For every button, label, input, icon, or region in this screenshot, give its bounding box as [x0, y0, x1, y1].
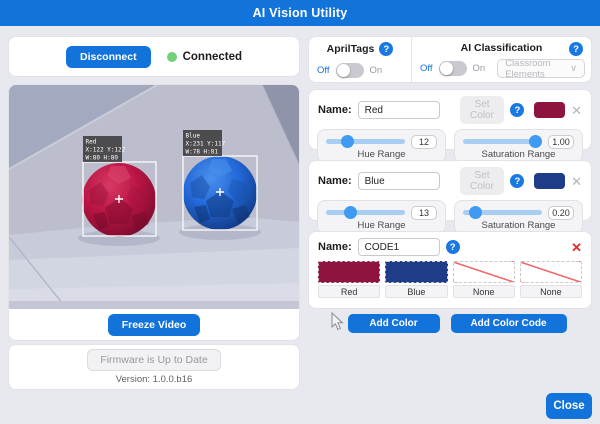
color-swatch [534, 102, 565, 118]
code-name-input[interactable] [358, 238, 440, 256]
red-detection-coords: X:122 Y:122 [86, 147, 126, 154]
remove-color-icon[interactable]: ✕ [571, 175, 582, 188]
freeze-strip: Freeze Video [9, 309, 299, 340]
code-slot-2-label: Blue [385, 285, 447, 298]
blue-detection-name: Blue [186, 133, 201, 140]
name-label: Name: [318, 175, 352, 187]
color-name-input[interactable] [358, 172, 440, 190]
code-slot-1-color[interactable] [318, 261, 380, 283]
classification-model-dropdown[interactable]: Classroom Elements ∨ [497, 59, 585, 78]
apriltags-toggle[interactable] [336, 63, 364, 78]
color-config-blue: Name: Set Color ? ✕ 13 Hue Range 0.20 Sa… [308, 160, 592, 221]
disconnect-button[interactable]: Disconnect [66, 46, 151, 68]
status-label: Connected [183, 51, 242, 63]
saturation-range-control: 0.20 Saturation Range [454, 200, 583, 234]
apriltags-on-label: On [370, 65, 383, 76]
add-actions: Add Color Add Color Code [308, 314, 592, 333]
app-title: AI Vision Utility [253, 6, 348, 20]
classification-model-value: Classroom Elements [505, 58, 570, 80]
hue-value[interactable]: 12 [411, 135, 437, 149]
saturation-range-control: 1.00 Saturation Range [454, 129, 583, 163]
ai-classification-on-label: On [473, 63, 486, 74]
saturation-slider[interactable] [463, 210, 542, 215]
ai-classification-section: AI Classification ? Off On Classroom Ele… [411, 37, 591, 82]
camera-feed: Red X:122 Y:122 W:80 H:80 Blue X:231 Y:1… [9, 85, 299, 309]
hue-slider[interactable] [326, 139, 405, 144]
saturation-range-label: Saturation Range [463, 220, 574, 231]
ai-classification-toggle[interactable] [439, 61, 467, 76]
code-slot-4[interactable]: None [520, 261, 582, 298]
ai-classification-off-label: Off [420, 63, 433, 74]
apriltags-section: AprilTags ? Off On [309, 37, 411, 82]
remove-color-icon[interactable]: ✕ [571, 104, 582, 117]
close-button[interactable]: Close [546, 393, 592, 419]
status-dot-icon [167, 52, 177, 62]
saturation-value[interactable]: 1.00 [548, 135, 574, 149]
code-slot-3-color[interactable] [453, 261, 515, 283]
ai-classification-title: AI Classification [461, 42, 543, 54]
red-detection-name: Red [86, 139, 97, 146]
hue-range-control: 13 Hue Range [317, 200, 446, 234]
color-help-icon[interactable]: ? [510, 103, 524, 117]
hue-slider[interactable] [326, 210, 405, 215]
code-help-icon[interactable]: ? [446, 240, 460, 254]
set-color-button[interactable]: Set Color [460, 167, 505, 195]
add-color-button[interactable]: Add Color [348, 314, 440, 333]
apriltags-help-icon[interactable]: ? [379, 42, 393, 56]
red-detection-size: W:80 H:80 [86, 155, 119, 162]
freeze-video-button[interactable]: Freeze Video [108, 314, 201, 336]
code-slot-4-color[interactable] [520, 261, 582, 283]
video-panel: Red X:122 Y:122 W:80 H:80 Blue X:231 Y:1… [8, 84, 300, 341]
remove-code-icon[interactable]: ✕ [571, 241, 582, 254]
chevron-down-icon: ∨ [570, 63, 577, 74]
hue-range-label: Hue Range [326, 220, 437, 231]
code-slot-4-label: None [520, 285, 582, 298]
code-slot-1-label: Red [318, 285, 380, 298]
color-code-panel: Name: ? ✕ Red Blue None None [308, 231, 592, 309]
color-name-input[interactable] [358, 101, 440, 119]
hue-value[interactable]: 13 [411, 206, 437, 220]
saturation-range-label: Saturation Range [463, 149, 574, 160]
code-slot-3[interactable]: None [453, 261, 515, 298]
name-label: Name: [318, 104, 352, 116]
name-label: Name: [318, 241, 352, 253]
set-color-button[interactable]: Set Color [460, 96, 505, 124]
firmware-status-button[interactable]: Firmware is Up to Date [87, 349, 220, 371]
connection-panel: Disconnect Connected [8, 36, 300, 77]
title-bar: AI Vision Utility [0, 0, 600, 26]
hue-range-label: Hue Range [326, 149, 437, 160]
color-swatch [534, 173, 565, 189]
saturation-slider[interactable] [463, 139, 542, 144]
firmware-version: Version: 1.0.0.b16 [116, 374, 193, 385]
detection-mode-panel: AprilTags ? Off On AI Classification ? O… [308, 36, 592, 83]
add-color-code-button[interactable]: Add Color Code [451, 314, 567, 333]
ai-classification-help-icon[interactable]: ? [569, 42, 583, 56]
blue-detection-coords: X:231 Y:117 [186, 141, 226, 148]
code-slot-3-label: None [453, 285, 515, 298]
connection-status: Connected [167, 51, 242, 63]
code-slot-2[interactable]: Blue [385, 261, 447, 298]
apriltags-off-label: Off [317, 65, 330, 76]
code-slot-2-color[interactable] [385, 261, 447, 283]
color-config-red: Name: Set Color ? ✕ 12 Hue Range 1.00 Sa… [308, 89, 592, 150]
color-help-icon[interactable]: ? [510, 174, 524, 188]
blue-detection-size: W:78 H:81 [186, 149, 219, 156]
apriltags-title: AprilTags [327, 43, 375, 55]
firmware-panel: Firmware is Up to Date Version: 1.0.0.b1… [8, 344, 300, 390]
saturation-value[interactable]: 0.20 [548, 206, 574, 220]
code-slot-1[interactable]: Red [318, 261, 380, 298]
hue-range-control: 12 Hue Range [317, 129, 446, 163]
